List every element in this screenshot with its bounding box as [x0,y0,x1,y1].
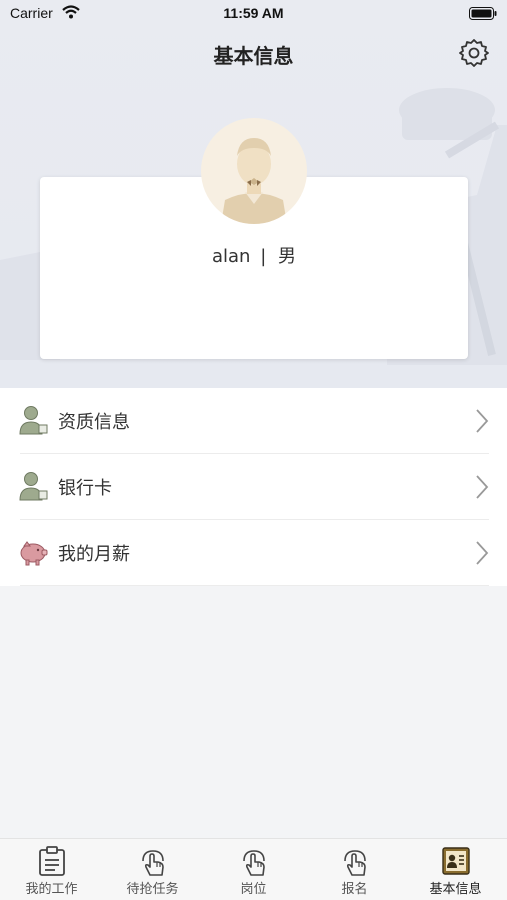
tab-label: 我的工作 [25,882,78,897]
hand-tap-icon [344,850,366,876]
profile-info: alan | 男 [40,242,468,268]
divider [20,585,489,586]
menu-item-qualification[interactable]: 资质信息 [0,388,507,454]
tab-label: 岗位 [240,882,267,897]
menu-label: 资质信息 [58,412,130,433]
tab-registration[interactable]: 报名 [304,839,405,900]
tab-positions[interactable]: 岗位 [203,839,304,900]
user-gender: 男 [278,246,297,267]
battery-icon [469,7,497,20]
menu-list: 资质信息 银行卡 我的月薪 [0,388,507,586]
person-card-icon [19,406,48,435]
gear-icon[interactable] [459,38,489,68]
menu-label: 我的月薪 [58,544,130,565]
hand-tap-icon [243,850,265,876]
tab-bar: 我的工作 待抢任务 岗位 报名 基本信息 [0,838,507,900]
hand-tap-icon [142,850,164,876]
tab-label: 报名 [341,882,368,897]
piggy-bank-icon [20,541,48,566]
menu-item-bank-card[interactable]: 银行卡 [0,454,507,520]
clock: 11:59 AM [223,5,284,21]
chevron-right-icon [476,541,489,565]
id-card-icon [442,847,470,875]
avatar[interactable] [201,118,307,224]
tab-pending-tasks[interactable]: 待抢任务 [102,839,203,900]
status-bar: Carrier 11:59 AM [0,0,507,26]
tab-label: 待抢任务 [126,882,179,897]
menu-label: 银行卡 [58,478,112,499]
menu-item-monthly-salary[interactable]: 我的月薪 [0,520,507,586]
tab-my-work[interactable]: 我的工作 [1,839,102,900]
tab-basic-info[interactable]: 基本信息 [405,839,506,900]
tab-label: 基本信息 [429,882,482,897]
chevron-right-icon [476,475,489,499]
clipboard-icon [39,846,65,876]
person-avatar-icon [221,138,287,224]
user-name: alan [211,246,251,267]
person-card-icon [19,472,48,501]
page-title: 基本信息 [213,44,294,68]
chevron-right-icon [476,409,489,433]
separator: | [260,246,267,267]
